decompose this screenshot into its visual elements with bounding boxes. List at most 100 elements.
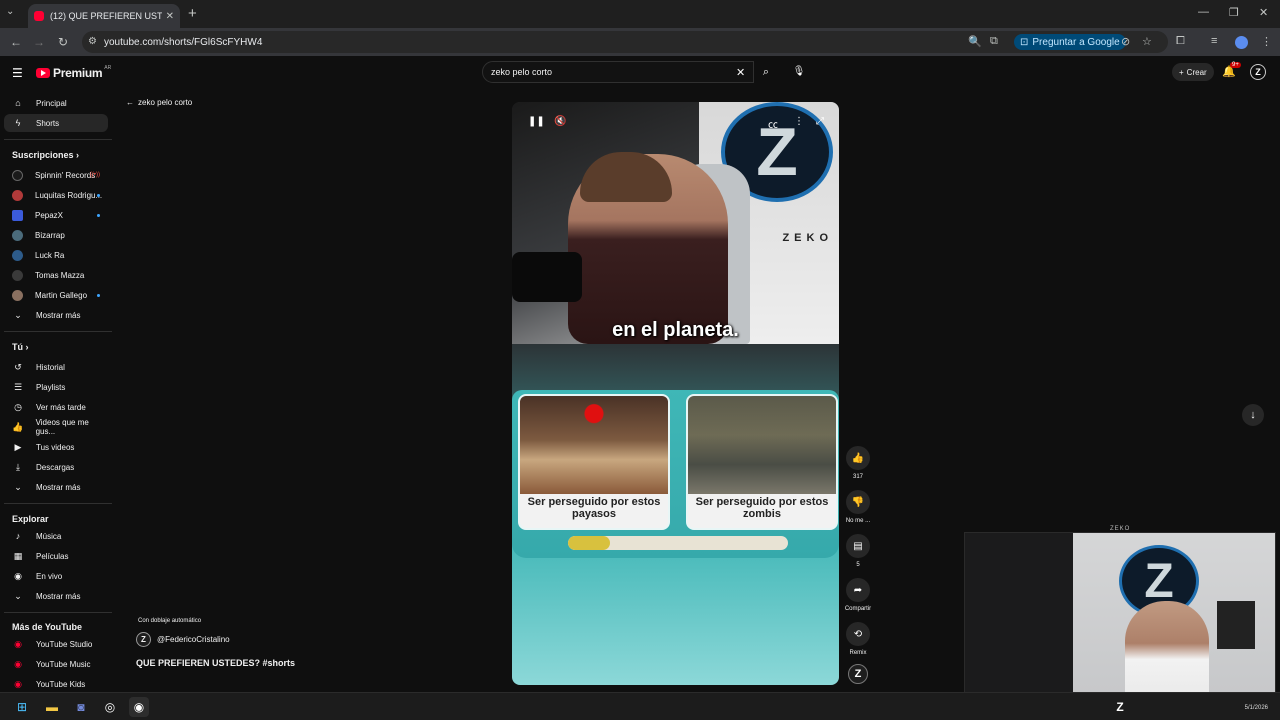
address-bar[interactable]: ⚙ youtube.com/shorts/FGl6ScFYHW4 (82, 31, 1168, 53)
divider (4, 331, 112, 332)
subscription-item[interactable]: Martin Gallego (4, 286, 108, 304)
sidebar-item-your-videos[interactable]: ▶ Tus videos (4, 438, 108, 456)
fullscreen-icon[interactable]: ⤢ (816, 116, 824, 127)
dislike-label: No me ... (845, 518, 871, 524)
channel-avatar (12, 289, 23, 301)
search-input[interactable]: zeko pelo corto (482, 61, 754, 83)
site-info-icon[interactable]: ⚙ (88, 36, 97, 47)
share-button[interactable]: ➦ Compartir (843, 578, 873, 612)
profile-avatar-icon[interactable] (1235, 36, 1248, 49)
new-tab-icon[interactable]: + (188, 5, 197, 22)
sidebar-item-label: Videos que me gus... (35, 418, 89, 436)
new-content-dot (97, 213, 100, 217)
subscriptions-heading-label: Suscripciones (12, 150, 74, 160)
reload-icon[interactable]: ↻ (58, 35, 68, 49)
ask-google-label: Preguntar a Google (1032, 36, 1120, 48)
bookmark-star-icon[interactable]: ☆ (1142, 35, 1152, 48)
subscriptions-heading[interactable]: Suscripciones › (12, 150, 79, 160)
channel-link[interactable]: Z @FedericoCristalino (136, 632, 230, 647)
subscription-item[interactable]: Spinnin' Records ((•)) (4, 166, 108, 184)
sidebar-item-liked[interactable]: 👍 Videos que me gus... (4, 418, 108, 436)
channel-avatar-button[interactable]: Z (848, 664, 868, 684)
sidebar-item-movies[interactable]: ▦ Películas (4, 547, 108, 565)
menu-icon[interactable]: ☰ (12, 66, 23, 80)
more-options-icon[interactable]: ⋮ (794, 116, 804, 127)
subscription-label: Luck Ra (35, 250, 65, 260)
microphone-icon: 🎙 (792, 65, 806, 77)
sidebar-item-label: Shorts (36, 118, 60, 128)
subscription-label: Tomas Mazza (35, 270, 85, 280)
comments-button[interactable]: ▤ 5 (843, 534, 873, 568)
subscription-item[interactable]: Bizarrap (4, 226, 108, 244)
mute-icon[interactable]: 🔇 (554, 116, 566, 127)
sidebar-item-principal[interactable]: ⌂ Principal (4, 94, 108, 112)
forward-icon[interactable]: → (33, 35, 45, 49)
music-icon: ♪ (15, 531, 21, 541)
tab-search-icon[interactable]: ⌄ (6, 6, 14, 17)
more-youtube-heading-label: Más de YouTube (12, 622, 83, 632)
sidebar-item-label: Descargas (36, 462, 75, 472)
subscription-item[interactable]: PepazX (4, 206, 108, 224)
windows-start-icon[interactable]: ⊞ (12, 697, 32, 717)
discord-icon[interactable]: ◙ (71, 697, 91, 717)
sidebar-item-youtube-studio[interactable]: ◉ YouTube Studio (4, 635, 108, 653)
remix-icon: ⟲ (846, 622, 870, 646)
share-icon: ➦ (846, 578, 870, 602)
sidebar-item-youtube-kids[interactable]: ◉ YouTube Kids (4, 675, 108, 693)
playlist-icon: ☰ (13, 381, 23, 392)
back-to-search-link[interactable]: ← zeko pelo corto (126, 98, 192, 107)
ask-google-button[interactable]: ⊡ Preguntar a Google (1014, 34, 1126, 50)
webcam-person (1125, 601, 1209, 705)
create-button[interactable]: + Crear (1172, 63, 1214, 81)
sidebar-item-youtube-music[interactable]: ◉ YouTube Music (4, 655, 108, 673)
captions-icon[interactable]: ㏄ (768, 116, 778, 131)
channel-avatar (12, 189, 23, 201)
show-more-you[interactable]: ⌄ Mostrar más (4, 478, 108, 496)
sidebar-item-historial[interactable]: ↺ Historial (4, 358, 108, 376)
next-short-button[interactable]: ↓ (1242, 404, 1264, 426)
sidebar-item-music[interactable]: ♪ Música (4, 527, 108, 545)
sidebar-item-playlists[interactable]: ☰ Playlists (4, 378, 108, 396)
zeko-app-icon[interactable]: Z (1110, 697, 1130, 717)
media-control-icon[interactable]: ≡ (1211, 35, 1217, 47)
short-video-player[interactable]: Z ZEKO en el planeta. ❚❚ 🔇 ㏄ ⋮ ⤢ Ser per… (512, 102, 839, 685)
obs-icon[interactable]: ◎ (100, 697, 120, 717)
dislike-button[interactable]: 👎 No me ... (843, 490, 873, 524)
sidebar-item-live[interactable]: ◉ En vivo (4, 567, 108, 585)
extensions-icon[interactable]: ⧠ (1176, 35, 1185, 48)
browser-tab[interactable]: (12) QUE PREFIEREN USTEDES? ✕ (28, 4, 180, 28)
like-button[interactable]: 👍 317 (843, 446, 873, 480)
you-heading[interactable]: Tú › (12, 342, 29, 352)
notification-badge: 9+ (1230, 62, 1241, 68)
subscription-item[interactable]: Luck Ra (4, 246, 108, 264)
restore-icon[interactable]: ❐ (1229, 6, 1239, 19)
file-explorer-icon[interactable]: ▬ (42, 697, 62, 717)
auto-dub-label: Con doblaje automático (138, 618, 202, 624)
search-button[interactable]: ⌕ (754, 61, 778, 83)
install-app-icon[interactable]: ⧉ (990, 35, 998, 48)
windows-taskbar: ⊞ ▬ ◙ ◎ ◉ Z 5/1/2026 (0, 692, 1280, 720)
eye-off-icon[interactable]: ⊘ (1121, 35, 1130, 48)
voice-search-button[interactable]: 🎙 (790, 61, 808, 81)
sidebar-item-shorts[interactable]: ϟ Shorts (4, 114, 108, 132)
close-window-icon[interactable]: ✕ (1259, 6, 1268, 19)
sidebar-item-downloads[interactable]: ⤓ Descargas (4, 458, 108, 476)
show-more-subscriptions[interactable]: ⌄ Mostrar más (4, 306, 108, 324)
zoom-icon[interactable]: 🔍 (968, 35, 982, 48)
close-tab-icon[interactable]: ✕ (166, 11, 174, 22)
new-content-dot (97, 293, 100, 297)
youtube-studio-icon: ◉ (14, 638, 22, 649)
clear-search-icon[interactable]: ✕ (736, 66, 745, 79)
account-avatar[interactable]: Z (1250, 64, 1266, 80)
chrome-icon[interactable]: ◉ (129, 697, 149, 717)
show-more-explore[interactable]: ⌄ Mostrar más (4, 587, 108, 605)
subscription-item[interactable]: Tomas Mazza (4, 266, 108, 284)
youtube-logo[interactable]: Premium AR (36, 65, 111, 80)
minimize-icon[interactable]: — (1198, 6, 1209, 18)
pause-icon[interactable]: ❚❚ (528, 116, 545, 127)
subscription-item[interactable]: Luquitas Rodrigu... (4, 186, 108, 204)
sidebar-item-watch-later[interactable]: ◷ Ver más tarde (4, 398, 108, 416)
browser-menu-icon[interactable]: ⋮ (1261, 35, 1272, 48)
back-icon[interactable]: ← (10, 35, 22, 49)
remix-button[interactable]: ⟲ Remix (843, 622, 873, 656)
